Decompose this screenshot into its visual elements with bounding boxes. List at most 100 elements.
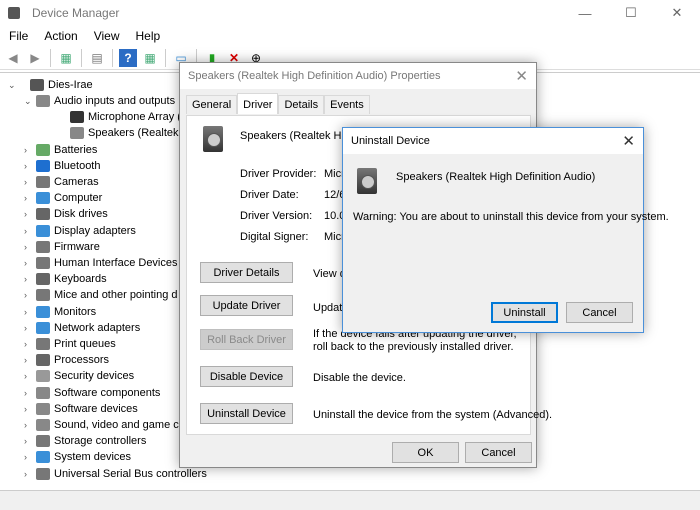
chevron-right-icon[interactable]: › xyxy=(24,290,36,300)
tab-driver[interactable]: Driver xyxy=(237,93,279,114)
device-category-icon xyxy=(36,208,50,221)
uninstall-device-button[interactable]: Uninstall Device xyxy=(200,403,293,424)
tree-item[interactable]: › Firmware xyxy=(24,239,100,255)
speaker-icon xyxy=(357,168,377,194)
chevron-right-icon[interactable]: › xyxy=(24,161,36,171)
chevron-right-icon[interactable]: › xyxy=(24,355,36,365)
update-driver-button[interactable]: Update Driver xyxy=(200,295,293,316)
device-category-icon xyxy=(36,159,50,172)
chevron-right-icon[interactable]: › xyxy=(24,371,36,381)
tree-item[interactable]: › Bluetooth xyxy=(24,158,100,174)
device-category-icon xyxy=(36,257,50,269)
chevron-down-icon[interactable]: ⌄ xyxy=(24,96,36,107)
tab-details[interactable]: Details xyxy=(278,95,325,114)
tree-item[interactable]: › Software devices xyxy=(24,401,138,417)
tree-item-label: Batteries xyxy=(54,143,98,156)
show-hide-console-tree-icon[interactable]: ▦ xyxy=(57,49,75,67)
tree-item-label: Bluetooth xyxy=(54,159,101,172)
tree-item[interactable]: › Print queues xyxy=(24,336,116,352)
action-pane-icon[interactable]: ▦ xyxy=(141,49,159,67)
properties-icon[interactable]: ▤ xyxy=(88,49,106,67)
menu-action[interactable]: Action xyxy=(35,29,84,43)
title-bar: Device Manager — ☐ ✕ xyxy=(0,0,700,26)
tree-item[interactable]: › Keyboards xyxy=(24,271,107,287)
maximize-button[interactable]: ☐ xyxy=(608,0,654,26)
tree-item[interactable]: ⌄ Audio inputs and outputs xyxy=(24,93,175,109)
menu-help[interactable]: Help xyxy=(127,29,168,43)
device-category-icon xyxy=(36,451,50,464)
tab-events[interactable]: Events xyxy=(324,95,370,114)
device-category-icon xyxy=(36,192,50,205)
tree-item[interactable]: › System devices xyxy=(24,449,131,465)
field-label: Driver Version: xyxy=(240,210,313,222)
forward-icon[interactable]: ▶ xyxy=(26,49,44,67)
ok-button[interactable]: OK xyxy=(392,442,459,463)
cancel-button[interactable]: Cancel xyxy=(465,442,532,463)
disable-device-button[interactable]: Disable Device xyxy=(200,366,293,387)
tree-item-label: Monitors xyxy=(54,305,97,318)
chevron-right-icon[interactable]: › xyxy=(24,145,36,155)
tree-item[interactable]: › Disk drives xyxy=(24,206,108,222)
tree-item[interactable]: › Security devices xyxy=(24,368,134,384)
device-manager-icon xyxy=(8,7,20,19)
device-category-icon xyxy=(36,273,50,286)
uninstall-device-name: Speakers (Realtek High Definition Audio) xyxy=(396,171,596,183)
close-button[interactable]: ✕ xyxy=(654,0,700,26)
menu-bar: File Action View Help xyxy=(0,26,167,46)
menu-file[interactable]: File xyxy=(0,29,35,43)
tree-item[interactable]: › Batteries xyxy=(24,142,97,158)
tree-item-label: Cameras xyxy=(54,176,99,188)
chevron-right-icon[interactable]: › xyxy=(24,274,36,284)
chevron-right-icon[interactable]: › xyxy=(24,177,36,187)
driver-details-button[interactable]: Driver Details xyxy=(200,262,293,283)
tree-item[interactable]: › Software components xyxy=(24,385,160,401)
tree-item[interactable]: › Human Interface Devices xyxy=(24,255,178,271)
chevron-right-icon[interactable]: › xyxy=(24,258,36,268)
minimize-button[interactable]: — xyxy=(562,0,608,26)
tree-item-label: Software devices xyxy=(54,402,138,415)
help-icon[interactable]: ? xyxy=(119,48,137,67)
chevron-right-icon[interactable]: › xyxy=(24,420,36,430)
chevron-right-icon[interactable]: › xyxy=(24,226,36,236)
tab-general[interactable]: General xyxy=(186,95,238,114)
close-icon[interactable]: ✕ xyxy=(515,67,528,85)
tree-root[interactable]: ⌄ Dies-Irae xyxy=(8,77,93,93)
chevron-right-icon[interactable]: › xyxy=(24,323,36,333)
device-category-icon xyxy=(36,321,50,334)
chevron-right-icon[interactable]: › xyxy=(24,436,36,446)
tree-item-label: Network adapters xyxy=(54,321,141,334)
action-description: Uninstall the device from the system (Ad… xyxy=(313,409,553,421)
computer-icon xyxy=(30,79,44,91)
chevron-right-icon[interactable]: › xyxy=(24,452,36,462)
chevron-down-icon[interactable]: ⌄ xyxy=(8,80,20,91)
back-icon[interactable]: ◀ xyxy=(4,49,22,67)
chevron-right-icon[interactable]: › xyxy=(24,404,36,414)
chevron-right-icon[interactable]: › xyxy=(24,209,36,219)
tree-item-label: Universal Serial Bus controllers xyxy=(54,467,207,480)
field-label: Driver Provider: xyxy=(240,168,317,180)
chevron-right-icon[interactable]: › xyxy=(24,339,36,349)
tree-item-label: Software components xyxy=(54,386,161,399)
close-icon[interactable]: ✕ xyxy=(622,132,635,150)
uninstall-button[interactable]: Uninstall xyxy=(491,302,558,323)
menu-view[interactable]: View xyxy=(85,29,127,43)
speaker-icon xyxy=(203,126,223,152)
tree-item[interactable]: › Network adapters xyxy=(24,320,140,336)
device-category-icon xyxy=(36,354,50,367)
tree-item-label: Firmware xyxy=(54,240,100,253)
chevron-right-icon[interactable]: › xyxy=(24,193,36,203)
tree-item[interactable]: › Sound, video and game co xyxy=(24,417,185,433)
tree-item[interactable]: › Processors xyxy=(24,352,109,368)
chevron-right-icon[interactable]: › xyxy=(24,242,36,252)
tree-item[interactable]: › Display adapters xyxy=(24,223,136,239)
tree-item[interactable]: › Monitors xyxy=(24,304,96,320)
tree-item[interactable]: › Mice and other pointing d xyxy=(24,287,178,303)
chevron-right-icon[interactable]: › xyxy=(24,388,36,398)
tree-item[interactable]: › Cameras xyxy=(24,174,99,190)
tree-item[interactable]: › Storage controllers xyxy=(24,433,146,449)
uninstall-device-dialog: Uninstall Device ✕ Speakers (Realtek Hig… xyxy=(342,127,669,333)
uninstall-cancel-button[interactable]: Cancel xyxy=(566,302,633,323)
chevron-right-icon[interactable]: › xyxy=(24,307,36,317)
tree-item[interactable]: › Computer xyxy=(24,190,102,206)
chevron-right-icon[interactable]: › xyxy=(24,469,36,479)
